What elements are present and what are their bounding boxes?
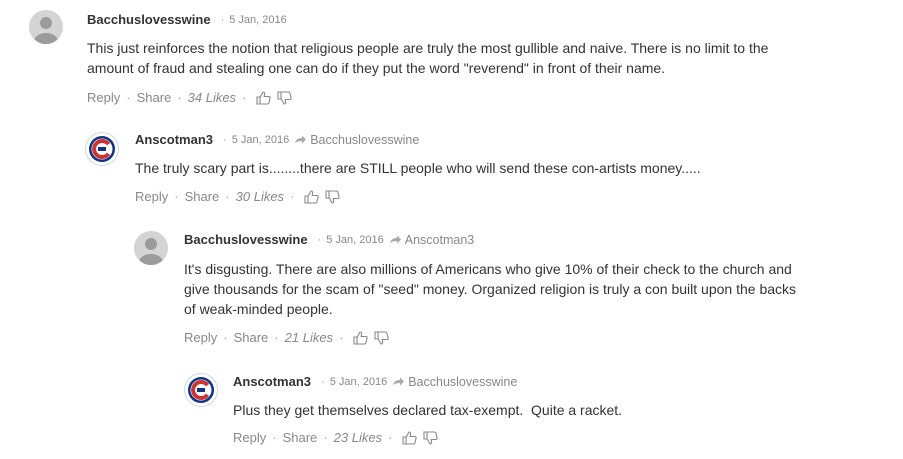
reply-button[interactable]: Reply [233, 430, 266, 445]
comment-text: The truly scary part is........there are… [135, 158, 701, 178]
comment-text: Plus they get themselves declared tax-ex… [233, 400, 622, 420]
likes-count: 21 Likes [284, 330, 334, 345]
comment-date: 5 Jan, 2016 [326, 233, 384, 246]
separator-dot: · [223, 330, 228, 345]
thumbs-up-icon[interactable] [256, 90, 272, 105]
thumbs-down-icon[interactable] [325, 189, 341, 204]
reply-arrow-icon [389, 235, 401, 244]
cubs-logo-icon [188, 377, 214, 403]
comment-actions: Reply · Share · 34 Likes · [87, 90, 293, 105]
separator-dot: · [339, 330, 344, 345]
comment-actions: Reply · Share · 30 Likes · [135, 189, 341, 204]
separator-dot: · [321, 375, 325, 388]
thumbs-down-icon[interactable] [277, 90, 293, 105]
thumbs-up-icon[interactable] [353, 330, 369, 345]
avatar[interactable] [134, 231, 168, 265]
comment-text-line: This just reinforces the notion that rel… [87, 40, 769, 56]
comment-header: Bacchuslovesswine · 5 Jan, 2016 [87, 12, 287, 27]
separator-dot: · [174, 189, 179, 204]
separator-dot: · [126, 90, 131, 105]
comment-text: It's disgusting. There are also millions… [184, 259, 796, 319]
likes-count: 34 Likes [187, 90, 237, 105]
separator-dot: · [388, 430, 393, 445]
comment-header: Bacchuslovesswine · 5 Jan, 2016 Anscotma… [184, 232, 474, 247]
likes-count: 23 Likes [333, 430, 383, 445]
comment-date: 5 Jan, 2016 [329, 375, 388, 388]
separator-dot: · [242, 90, 247, 105]
comment-text-line: give thousands for the scam of "seed" mo… [184, 281, 797, 297]
author-name[interactable]: Anscotman3 [233, 374, 311, 389]
comment-date: 5 Jan, 2016 [229, 13, 287, 26]
comment-text-line: of weak-minded people. [184, 301, 333, 317]
thumbs-down-icon[interactable] [374, 330, 390, 345]
comment-actions: Reply · Share · 21 Likes · [184, 330, 390, 345]
comment-text-line: amount of fraud and stealing one can do … [87, 60, 666, 76]
comment-text-line: It's disgusting. There are also millions… [184, 261, 792, 277]
user-silhouette-icon [134, 231, 168, 265]
separator-dot: · [323, 430, 328, 445]
comment-text-line: The truly scary part is........there are… [135, 160, 701, 176]
reply-button[interactable]: Reply [135, 189, 168, 204]
author-name[interactable]: Bacchuslovesswine [184, 232, 308, 247]
comment-header: Anscotman3 · 5 Jan, 2016 Bacchuslovesswi… [233, 374, 517, 389]
separator-dot: · [177, 90, 182, 105]
avatar[interactable] [184, 373, 218, 407]
separator-dot: · [317, 233, 322, 246]
separator-dot: · [272, 430, 277, 445]
comment-text-line: Plus they get themselves declared tax-ex… [233, 402, 623, 418]
share-button[interactable]: Share [137, 90, 172, 105]
avatar[interactable] [29, 10, 63, 44]
thumbs-down-icon[interactable] [423, 430, 439, 445]
comment-date: 5 Jan, 2016 [231, 133, 290, 146]
share-button[interactable]: Share [185, 189, 220, 204]
avatar[interactable] [85, 132, 119, 166]
user-silhouette-icon [29, 10, 63, 44]
thumbs-up-icon[interactable] [304, 189, 320, 204]
thumbs-up-icon[interactable] [402, 430, 418, 445]
separator-dot: · [223, 133, 227, 146]
reply-to-author[interactable]: Bacchuslovesswine [408, 375, 517, 389]
comment-text: This just reinforces the notion that rel… [87, 38, 768, 78]
reply-button[interactable]: Reply [87, 90, 120, 105]
share-button[interactable]: Share [234, 330, 269, 345]
share-button[interactable]: Share [283, 430, 318, 445]
reply-to-author[interactable]: Anscotman3 [405, 233, 474, 247]
cubs-logo-icon [89, 136, 115, 162]
author-name[interactable]: Anscotman3 [135, 132, 213, 147]
separator-dot: · [225, 189, 230, 204]
reply-button[interactable]: Reply [184, 330, 217, 345]
comment-header: Anscotman3 · 5 Jan, 2016 Bacchuslovesswi… [135, 132, 419, 147]
reply-arrow-icon [393, 377, 405, 386]
comment-actions: Reply · Share · 23 Likes · [233, 430, 439, 445]
separator-dot: · [290, 189, 295, 204]
separator-dot: · [274, 330, 279, 345]
reply-arrow-icon [295, 135, 307, 144]
likes-count: 30 Likes [235, 189, 285, 204]
separator-dot: · [220, 13, 225, 26]
reply-to-author[interactable]: Bacchuslovesswine [310, 133, 419, 147]
author-name[interactable]: Bacchuslovesswine [87, 12, 211, 27]
